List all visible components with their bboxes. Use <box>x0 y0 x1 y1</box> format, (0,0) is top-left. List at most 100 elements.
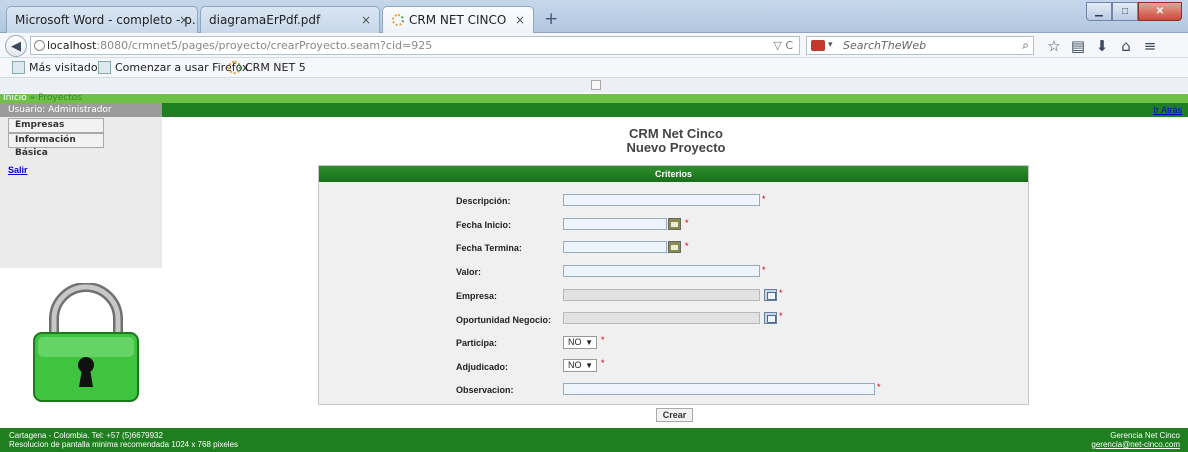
site-favicon-icon <box>392 14 404 26</box>
footer: Cartagena - Colombia. Tel: +57 (5)667993… <box>0 428 1188 452</box>
tab-pdf[interactable]: diagramaErPdf.pdf × <box>200 6 380 33</box>
required-mark: * <box>762 194 766 204</box>
calendar-icon[interactable] <box>668 218 681 230</box>
participa-select[interactable]: NO ▼ <box>563 336 597 349</box>
required-mark: * <box>762 265 766 275</box>
empresa-label: Empresa: <box>456 291 498 301</box>
required-mark: * <box>779 288 783 298</box>
footer-resolution-note: Resolucion de pantalla minima recomendad… <box>9 440 239 449</box>
breadcrumb: Inicio » Proyectos <box>0 94 1188 103</box>
fecha-inicio-field[interactable] <box>563 218 667 230</box>
tab-title: CRM NET CINCO <box>409 13 507 27</box>
new-tab-button[interactable]: + <box>544 9 558 29</box>
reading-list-icon[interactable]: ▤ <box>1066 37 1090 55</box>
calendar-icon[interactable] <box>668 241 681 253</box>
oportunidad-negocio-field <box>563 312 760 324</box>
breadcrumb-home-link[interactable]: Inicio <box>3 93 27 103</box>
search-engine-icon[interactable] <box>811 40 825 51</box>
bookmarks-bar: Más visitados Comenzar a usar Firefox CR… <box>0 58 1188 78</box>
required-mark: * <box>685 241 689 251</box>
fecha-termina-label: Fecha Termina: <box>456 243 522 253</box>
sidebar-item-informacion-basica[interactable]: Información Básica <box>8 133 104 158</box>
required-mark: * <box>779 311 783 321</box>
maximize-button[interactable]: □ <box>1112 2 1138 21</box>
go-back-link[interactable]: Ir Atrás <box>1153 104 1182 116</box>
descripcion-label: Descripción: <box>456 196 511 206</box>
browser-tab-bar: Microsoft Word - completo - p... × diagr… <box>0 0 1188 34</box>
footer-left: Cartagena - Colombia. Tel: +57 (5)667993… <box>9 431 238 449</box>
chevron-down-icon: ▼ <box>585 338 593 347</box>
adjudicado-select[interactable]: NO ▼ <box>563 359 597 372</box>
tab-title: Microsoft Word - completo - p... <box>15 13 198 27</box>
search-input[interactable]: ▾ SearchTheWeb ⌕ <box>806 36 1034 55</box>
padlock-icon <box>33 283 139 402</box>
home-icon[interactable]: ⌂ <box>1114 37 1138 55</box>
fecha-termina-field[interactable] <box>563 241 667 253</box>
fecha-inicio-label: Fecha Inicio: <box>456 220 512 230</box>
required-mark: * <box>877 382 881 392</box>
descripcion-field[interactable] <box>563 194 760 206</box>
site-favicon-icon <box>228 61 241 74</box>
required-mark: * <box>685 218 689 228</box>
panel-title: Criterios <box>319 166 1028 182</box>
search-placeholder: SearchTheWeb <box>843 39 927 52</box>
chevron-down-icon: ▾ <box>828 40 833 50</box>
participa-label: Participa: <box>456 338 498 348</box>
required-mark: * <box>601 358 605 368</box>
lookup-icon[interactable] <box>764 289 777 301</box>
folder-icon <box>12 61 25 74</box>
app-name: CRM Net Cinco <box>629 126 723 141</box>
bookmark-label: Más visitados <box>29 61 104 74</box>
back-arrow-icon[interactable]: ◀ <box>5 35 27 57</box>
form-title: Nuevo Proyecto <box>626 140 726 155</box>
footer-company: Gerencia Net Cinco <box>1110 431 1180 440</box>
footer-email-link[interactable]: gerencia@net-cinco.com <box>1091 440 1180 449</box>
page-title: CRM Net Cinco Nuevo Proyecto <box>576 127 776 155</box>
close-window-button[interactable]: ✕ <box>1138 2 1182 21</box>
bookmark-label: CRM NET 5 <box>245 61 306 74</box>
observacion-label: Observacion: <box>456 385 514 395</box>
bookmark-crm-net-5[interactable]: CRM NET 5 <box>228 58 306 77</box>
bookmark-most-visited[interactable]: Más visitados <box>12 58 103 77</box>
menu-icon[interactable]: ≡ <box>1138 37 1162 55</box>
address-bar[interactable]: localhost:8080/crmnet5/pages/proyecto/cr… <box>30 36 800 55</box>
lookup-icon[interactable] <box>764 312 777 324</box>
participa-value: NO <box>568 337 582 347</box>
tab-title: diagramaErPdf.pdf <box>209 13 321 27</box>
crear-button[interactable]: Crear <box>656 408 693 422</box>
bookmark-getting-started[interactable]: Comenzar a usar Firefox <box>98 58 249 77</box>
page-icon <box>98 61 111 74</box>
reload-icon[interactable]: ▽ C <box>773 37 793 54</box>
search-icon[interactable]: ⌕ <box>1022 37 1029 54</box>
tab-close-icon[interactable]: × <box>515 13 525 27</box>
breadcrumb-separator: » <box>26 93 39 103</box>
required-mark: * <box>601 335 605 345</box>
footer-contact: Cartagena - Colombia. Tel: +57 (5)667993… <box>9 431 163 440</box>
app-header-bar: Usuario: Administrador Ir Atrás <box>0 103 1188 117</box>
toolbar-icons: ☆ ▤ ⬇ ⌂ ≡ <box>1042 37 1162 55</box>
plugin-icon <box>591 80 601 90</box>
adjudicado-label: Adjudicado: <box>456 362 508 372</box>
tab-word-document[interactable]: Microsoft Word - completo - p... × <box>6 6 198 33</box>
download-icon[interactable]: ⬇ <box>1090 37 1114 55</box>
minimize-button[interactable]: ▁ <box>1086 2 1112 21</box>
breadcrumb-current: Proyectos <box>38 93 82 103</box>
user-label: Usuario: Administrador <box>0 103 162 117</box>
globe-icon <box>34 40 45 51</box>
tab-close-icon[interactable]: × <box>361 13 371 27</box>
valor-label: Valor: <box>456 267 482 277</box>
criteria-panel: Criterios Descripción: * Fecha Inicio: *… <box>318 165 1029 405</box>
tab-close-icon[interactable]: × <box>179 13 189 27</box>
tab-crm-net-cinco[interactable]: CRM NET CINCO × <box>382 6 534 34</box>
sidebar: Empresas Información Básica Salir <box>0 117 162 268</box>
window-controls: ▁ □ ✕ <box>1086 2 1182 22</box>
sidebar-item-empresas[interactable]: Empresas <box>8 118 104 133</box>
empresa-field <box>563 289 760 301</box>
valor-field[interactable] <box>563 265 760 277</box>
plugin-strip <box>0 78 1188 93</box>
browser-nav-bar: ◀ localhost:8080/crmnet5/pages/proyecto/… <box>0 33 1188 58</box>
observacion-field[interactable] <box>563 383 875 395</box>
footer-right: Gerencia Net Cinco gerencia@net-cinco.co… <box>1091 431 1180 449</box>
bookmark-star-icon[interactable]: ☆ <box>1042 37 1066 55</box>
logout-link[interactable]: Salir <box>8 165 28 175</box>
